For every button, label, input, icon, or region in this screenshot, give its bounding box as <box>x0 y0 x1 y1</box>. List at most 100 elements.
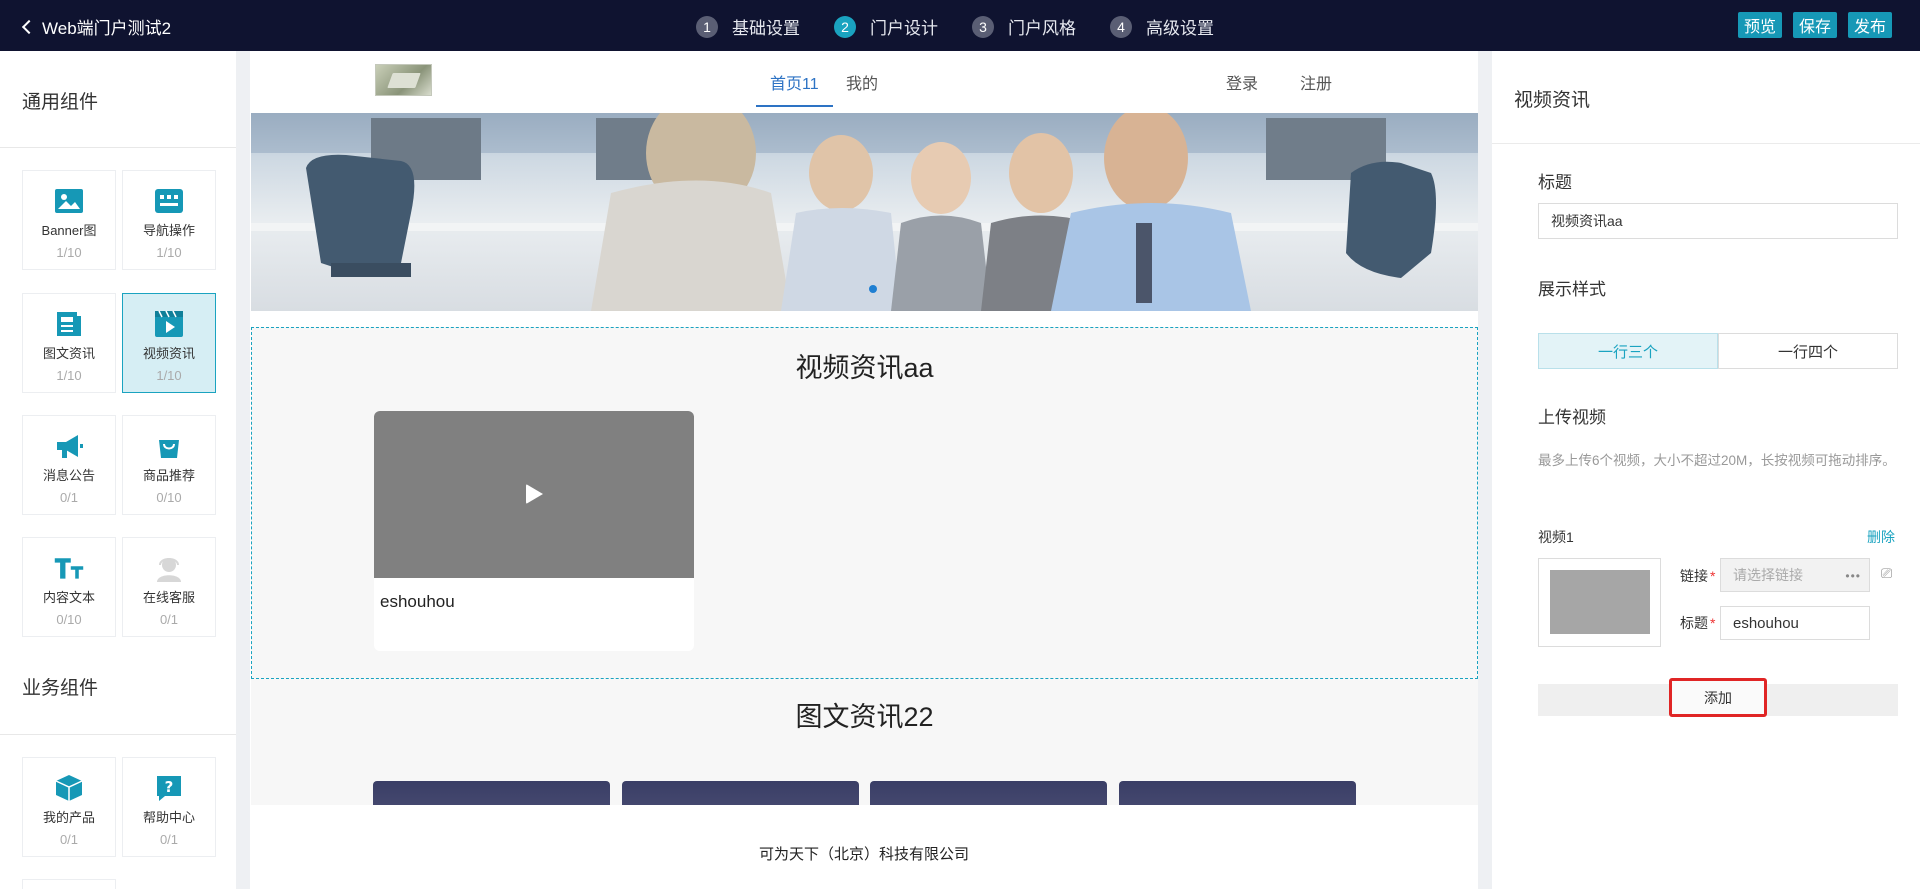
step-2[interactable]: 2 门户设计 <box>834 14 938 39</box>
preview-button[interactable]: 预览 <box>1737 12 1782 38</box>
component-article[interactable]: 图文资讯 1/10 <box>22 293 116 393</box>
top-bar: Web端门户测试2 1 基础设置 2 门户设计 3 门户风格 4 高级设置 预览… <box>0 0 1920 51</box>
video-thumbnail-upload[interactable] <box>1538 558 1661 647</box>
component-text[interactable]: 内容文本 0/10 <box>22 537 116 637</box>
divider <box>0 147 236 148</box>
carousel-dot[interactable] <box>869 285 877 293</box>
title-label: 标题 <box>1538 173 1572 192</box>
display-style-toggle: 一行三个 一行四个 <box>1538 333 1898 369</box>
step-label: 基础设置 <box>732 19 800 38</box>
component-count: 0/1 <box>59 832 79 847</box>
article-section-title: 图文资讯22 <box>795 702 934 732</box>
video-card[interactable]: eshouhou <box>374 411 694 651</box>
nav-mine[interactable]: 我的 <box>846 70 878 94</box>
video-title-label: 标题 * <box>1680 615 1716 631</box>
link-select[interactable]: 请选择链接 ••• <box>1720 558 1870 592</box>
component-count: 0/10 <box>156 490 182 505</box>
component-count: 0/10 <box>56 612 82 627</box>
login-link[interactable]: 登录 <box>1226 70 1258 94</box>
component-help-center[interactable]: ? 帮助中心 0/1 <box>122 757 216 857</box>
action-buttons: 预览 保存 发布 <box>1737 12 1892 38</box>
step-3[interactable]: 3 门户风格 <box>972 14 1076 39</box>
component-count: 1/10 <box>56 245 82 260</box>
component-sidebar: 通用组件 Banner图 1/10 导航操作 1/10 图文资讯 1/10 视频… <box>0 51 236 889</box>
component-count: 0/1 <box>59 490 79 505</box>
delete-link[interactable]: 删除 <box>1867 527 1895 547</box>
component-more[interactable] <box>22 879 116 889</box>
step-1[interactable]: 1 基础设置 <box>696 14 800 39</box>
video-thumbnail <box>374 411 694 578</box>
component-count: 0/1 <box>159 612 179 627</box>
video-title-input[interactable]: eshouhou <box>1720 606 1870 640</box>
video-item-heading: 视频1 <box>1538 529 1574 545</box>
divider <box>1492 143 1920 144</box>
component-label: 导航操作 <box>142 223 195 238</box>
publish-button[interactable]: 发布 <box>1847 12 1892 38</box>
clear-link-icon[interactable]: ⎚ <box>1881 565 1892 582</box>
title-input[interactable]: 视频资讯aa <box>1538 203 1898 239</box>
portal-logo <box>375 64 432 96</box>
banner-image[interactable] <box>251 113 1478 311</box>
register-link[interactable]: 注册 <box>1300 70 1332 94</box>
step-number: 1 <box>696 15 718 38</box>
step-number: 4 <box>1110 15 1132 38</box>
component-customer-service[interactable]: 在线客服 0/1 <box>122 537 216 637</box>
component-label: 我的产品 <box>42 810 95 825</box>
component-label: 视频资讯 <box>142 346 195 361</box>
customer-service-icon <box>153 552 185 584</box>
option-four-per-row[interactable]: 一行四个 <box>1718 333 1898 369</box>
help-icon: ? <box>153 772 185 804</box>
nav-active-underline <box>756 105 833 107</box>
component-navigation[interactable]: 导航操作 1/10 <box>122 170 216 270</box>
banner-illustration <box>251 113 1478 311</box>
component-count: 1/10 <box>156 368 182 383</box>
property-panel: 视频资讯 标题 视频资讯aa 展示样式 一行三个 一行四个 上传视频 最多上传6… <box>1492 51 1920 889</box>
shopping-bag-icon <box>153 430 185 462</box>
component-count: 1/10 <box>156 245 182 260</box>
image-icon <box>53 185 85 217</box>
step-number: 3 <box>972 15 994 38</box>
business-components-title: 业务组件 <box>22 678 99 699</box>
option-three-per-row[interactable]: 一行三个 <box>1538 333 1718 369</box>
component-label: 图文资讯 <box>42 346 95 361</box>
save-button[interactable]: 保存 <box>1792 12 1837 38</box>
video-section-title: 视频资讯aa <box>795 353 934 383</box>
portal-nav: 首页11 我的 登录 注册 <box>250 51 1478 113</box>
portal-footer: 可为天下（北京）科技有限公司 <box>250 805 1478 889</box>
more-icon: ••• <box>1845 569 1861 583</box>
component-announcement[interactable]: 消息公告 0/1 <box>22 415 116 515</box>
panel-title: 视频资讯 <box>1514 90 1591 111</box>
nav-grid-icon <box>153 185 185 217</box>
step-label: 门户风格 <box>1008 19 1076 38</box>
video-icon <box>153 308 185 340</box>
add-video-button[interactable]: 添加 <box>1669 678 1767 717</box>
upload-video-label: 上传视频 <box>1538 408 1606 427</box>
design-canvas: 首页11 我的 登录 注册 视频资讯aa eshouhou 图文资讯22 可为天… <box>250 51 1478 889</box>
megaphone-icon <box>53 430 85 462</box>
article-icon <box>53 308 85 340</box>
component-label: 消息公告 <box>42 468 95 483</box>
link-placeholder: 请选择链接 <box>1733 567 1803 583</box>
display-style-label: 展示样式 <box>1538 280 1606 299</box>
play-icon <box>526 484 543 504</box>
back-button[interactable]: Web端门户测试2 <box>21 14 172 39</box>
chevron-left-icon <box>21 19 37 35</box>
component-product[interactable]: 商品推荐 0/10 <box>122 415 216 515</box>
component-my-product[interactable]: 我的产品 0/1 <box>22 757 116 857</box>
nav-home[interactable]: 首页11 <box>770 70 819 94</box>
component-label: Banner图 <box>41 223 97 238</box>
step-label: 门户设计 <box>870 19 938 38</box>
component-label: 商品推荐 <box>142 468 195 483</box>
component-video[interactable]: 视频资讯 1/10 <box>122 293 216 393</box>
general-components-title: 通用组件 <box>22 92 99 113</box>
component-banner[interactable]: Banner图 1/10 <box>22 170 116 270</box>
component-label: 内容文本 <box>42 590 95 605</box>
step-label: 高级设置 <box>1146 19 1214 38</box>
component-label: 在线客服 <box>142 590 195 605</box>
video-card-title: eshouhou <box>380 592 455 611</box>
video-section[interactable]: 视频资讯aa eshouhou <box>251 327 1478 679</box>
footer-company: 可为天下（北京）科技有限公司 <box>758 846 969 863</box>
step-4[interactable]: 4 高级设置 <box>1110 14 1214 39</box>
component-count: 0/1 <box>159 832 179 847</box>
portal-title: Web端门户测试2 <box>42 19 172 38</box>
